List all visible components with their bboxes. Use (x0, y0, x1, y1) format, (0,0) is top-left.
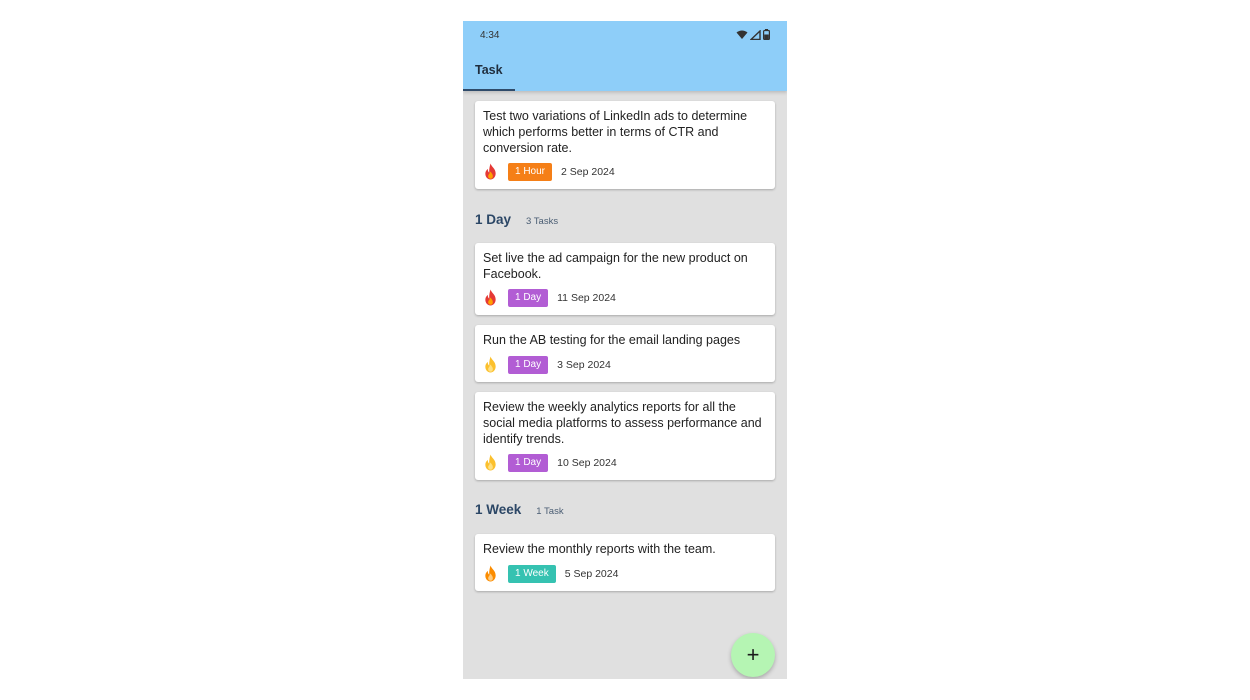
task-text: Review the monthly reports with the team… (483, 542, 716, 556)
task-card[interactable]: Test two variations of LinkedIn ads to d… (475, 101, 775, 189)
duration-chip: 1 Hour (508, 162, 553, 181)
duration-chip: 1 Day (508, 355, 549, 374)
task-date: 3 Sep 2024 (557, 358, 611, 371)
task-card[interactable]: Review the weekly analytics reports for … (475, 392, 775, 480)
task-meta: 1 Hour 2 Sep 2024 (483, 162, 615, 181)
flame-icon (485, 565, 496, 582)
task-card[interactable]: Set live the ad campaign for the new pro… (475, 243, 775, 315)
section-title: 1 Week (475, 502, 522, 517)
task-date: 5 Sep 2024 (564, 567, 619, 580)
flame-icon (485, 356, 496, 373)
flame-icon (485, 289, 496, 306)
section-count: 3 Tasks (526, 216, 559, 227)
status-icons (736, 29, 770, 40)
section-title: 1 Day (475, 212, 512, 227)
task-meta: 1 Week 5 Sep 2024 (483, 564, 618, 583)
task-date: 11 Sep 2024 (557, 291, 616, 304)
flame-icon (485, 163, 496, 180)
task-text: Run the AB testing for the email landing… (483, 333, 741, 347)
wifi-icon (736, 30, 748, 39)
section-header-week: 1 Week 1 Task (475, 502, 564, 517)
duration-chip: 1 Week (508, 564, 556, 583)
task-meta: 1 Day 10 Sep 2024 (483, 453, 617, 472)
duration-chip: 1 Day (508, 288, 549, 307)
task-text: Test two variations of LinkedIn ads to d… (483, 109, 748, 155)
phone-screen: 4:34 Task Test two variations of LinkedI… (463, 21, 787, 679)
task-card[interactable]: Review the monthly reports with the team… (475, 534, 775, 591)
duration-chip: 1 Day (508, 453, 549, 472)
battery-icon (763, 29, 770, 40)
task-meta: 1 Day 3 Sep 2024 (483, 355, 611, 374)
task-date: 10 Sep 2024 (557, 456, 617, 469)
status-time: 4:34 (480, 30, 500, 41)
task-card[interactable]: Run the AB testing for the email landing… (475, 325, 775, 382)
section-count: 1 Task (536, 506, 564, 517)
plus-icon: + (746, 642, 760, 667)
add-task-button[interactable]: + (731, 633, 775, 677)
section-header-day: 1 Day 3 Tasks (475, 212, 558, 227)
signal-icon (750, 29, 761, 40)
tab-task-label: Task (475, 63, 503, 77)
tab-task[interactable]: Task (463, 57, 515, 91)
task-text: Set live the ad campaign for the new pro… (483, 251, 748, 281)
task-date: 2 Sep 2024 (561, 165, 615, 178)
task-meta: 1 Day 11 Sep 2024 (483, 288, 616, 307)
flame-icon (485, 454, 496, 471)
task-text: Review the weekly analytics reports for … (483, 400, 762, 446)
app-bar: 4:34 Task (463, 21, 787, 91)
